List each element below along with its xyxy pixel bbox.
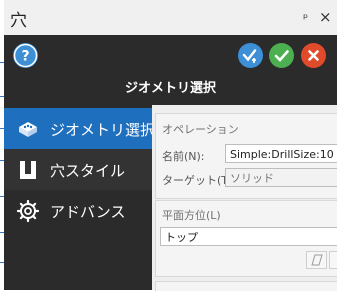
apply-keep-open-icon bbox=[239, 44, 262, 67]
close-icon[interactable]: × bbox=[319, 8, 332, 26]
header-title: ジオメトリ選択 bbox=[124, 81, 216, 96]
content-area: オペレーション 名前(N): Simple:DrillSize:10 ターゲット… bbox=[152, 105, 337, 291]
sidebar-item-geometry-selection[interactable]: ジオメトリ選択 bbox=[4, 108, 156, 149]
help-button[interactable]: ? bbox=[13, 43, 38, 68]
cancel-button[interactable] bbox=[301, 43, 326, 68]
ok-button[interactable] bbox=[269, 43, 294, 68]
name-label: 名前(N): bbox=[162, 150, 205, 163]
window-title: 穴 bbox=[10, 11, 27, 31]
sidebar-item-hole-style[interactable]: 穴スタイル bbox=[4, 149, 152, 190]
geometry-cube-icon bbox=[19, 122, 37, 137]
help-icon: ? bbox=[13, 43, 38, 68]
apply-keep-open-button[interactable] bbox=[238, 43, 263, 68]
dialog-header: ? ジオメトリ選択 bbox=[4, 35, 337, 105]
plane-edit-button[interactable] bbox=[306, 251, 327, 269]
operation-section-label: オペレーション bbox=[162, 123, 239, 136]
sidebar-item-label: 穴スタイル bbox=[50, 162, 126, 180]
gear-icon bbox=[16, 199, 40, 223]
sidebar-item-advanced[interactable]: アドバンス bbox=[4, 190, 152, 231]
cancel-x-icon bbox=[302, 44, 325, 67]
operation-panel: オペレーション 名前(N): Simple:DrillSize:10 ターゲット… bbox=[155, 113, 337, 199]
svg-text:?: ? bbox=[21, 49, 29, 65]
target-field[interactable]: ソリッド bbox=[225, 168, 337, 187]
sidebar-item-label: ジオメトリ選択 bbox=[50, 121, 156, 139]
name-field[interactable]: Simple:DrillSize:10 bbox=[225, 144, 337, 163]
sidebar-item-label: アドバンス bbox=[50, 203, 126, 221]
ok-check-icon bbox=[270, 44, 293, 67]
pin-icon[interactable]: ᵖ bbox=[303, 11, 308, 25]
plane-extra-button[interactable] bbox=[329, 251, 337, 269]
hole-style-icon bbox=[20, 161, 36, 179]
plane-orientation-select[interactable]: トップ bbox=[160, 227, 337, 246]
title-bar: 穴 ᵖ × bbox=[4, 0, 337, 35]
sidebar: ジオメトリ選択 穴スタイル アドバンス bbox=[4, 105, 156, 290]
plane-orientation-panel: 平面方位(L) トップ bbox=[155, 200, 337, 277]
plane-parallelogram-icon bbox=[311, 254, 323, 266]
plane-section-label: 平面方位(L) bbox=[162, 209, 221, 222]
